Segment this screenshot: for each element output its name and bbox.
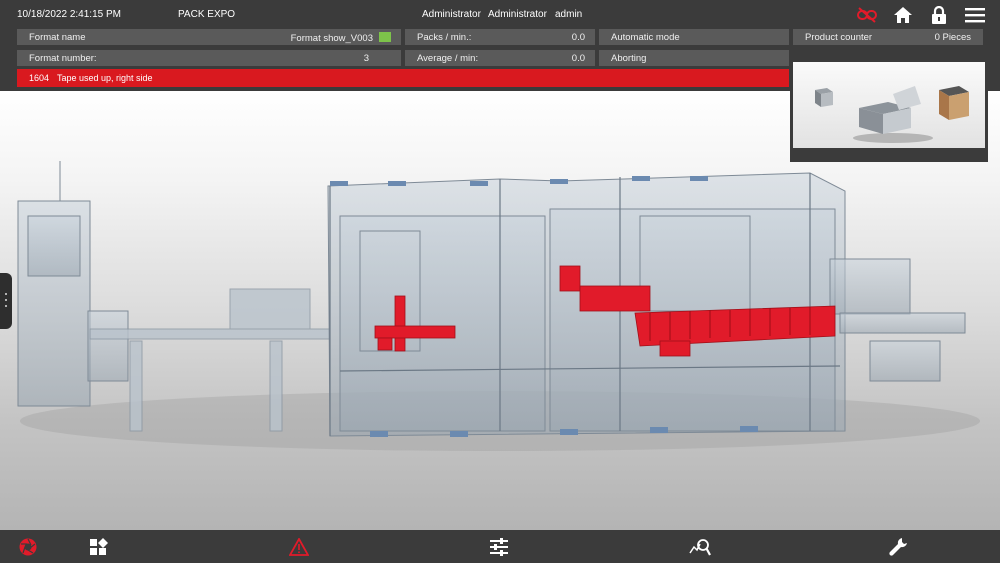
format-name-value: Format show_V003 (290, 33, 373, 44)
top-bar: 10/18/2022 2:41:15 PM PACK EXPO Administ… (0, 0, 1000, 29)
dashboard-button[interactable] (85, 535, 113, 559)
alarms-button[interactable] (285, 535, 313, 559)
alarm-message: Tape used up, right side (57, 73, 153, 83)
average-per-min-label: Average / min: (417, 53, 479, 64)
aperture-button[interactable] (14, 535, 42, 559)
search-graph-icon (689, 539, 711, 556)
lock-icon[interactable] (928, 5, 950, 25)
format-number-label: Format number: (29, 53, 97, 64)
alarm-code: 1604 (29, 73, 50, 83)
product-counter-label: Product counter (805, 32, 873, 43)
menu-icon[interactable] (964, 5, 986, 25)
packs-per-min-row: Packs / min.: 0.0 (405, 29, 595, 45)
format-name-row: Format name Format show_V003 (17, 29, 401, 45)
machine-state: Aborting (599, 50, 789, 66)
maintenance-button[interactable] (885, 535, 913, 559)
product-counter-value: 0 Pieces (934, 32, 971, 43)
user-role-2: Administrator (488, 9, 547, 20)
user-role-1: Administrator (422, 9, 481, 20)
format-number-row: Format number: 3 (17, 50, 401, 66)
aperture-icon (19, 538, 37, 556)
packs-per-min-label: Packs / min.: (417, 32, 472, 43)
home-icon[interactable] (892, 5, 914, 25)
product-preview-panel (790, 59, 988, 162)
link-broken-icon[interactable] (856, 5, 878, 25)
machine-mode-text: Automatic mode (611, 32, 680, 43)
bottom-toolbar (0, 530, 1000, 563)
datetime: 10/18/2022 2:41:15 PM (17, 9, 121, 20)
average-per-min-value: 0.0 (571, 53, 585, 64)
settings-sliders-button[interactable] (485, 535, 513, 559)
warning-icon (289, 538, 309, 556)
wrench-icon (889, 538, 907, 556)
project-name: PACK EXPO (178, 9, 236, 20)
machine-state-text: Aborting (611, 53, 647, 64)
machine-mode: Automatic mode (599, 29, 789, 45)
diagnostics-button[interactable] (686, 535, 714, 559)
format-status-indicator (379, 32, 391, 42)
product-preview-image (793, 62, 985, 148)
sliders-icon (490, 538, 508, 556)
format-number-value: 3 (363, 53, 369, 64)
format-name-label: Format name (29, 32, 86, 43)
username: admin (555, 9, 583, 20)
alarm-banner[interactable]: 1604 Tape used up, right side (17, 69, 789, 87)
packs-per-min-value: 0.0 (571, 32, 585, 43)
side-drawer-handle[interactable] (0, 273, 12, 329)
average-per-min-row: Average / min: 0.0 (405, 50, 595, 66)
product-counter-row: Product counter 0 Pieces (793, 29, 983, 45)
dashboard-icon (90, 538, 108, 555)
